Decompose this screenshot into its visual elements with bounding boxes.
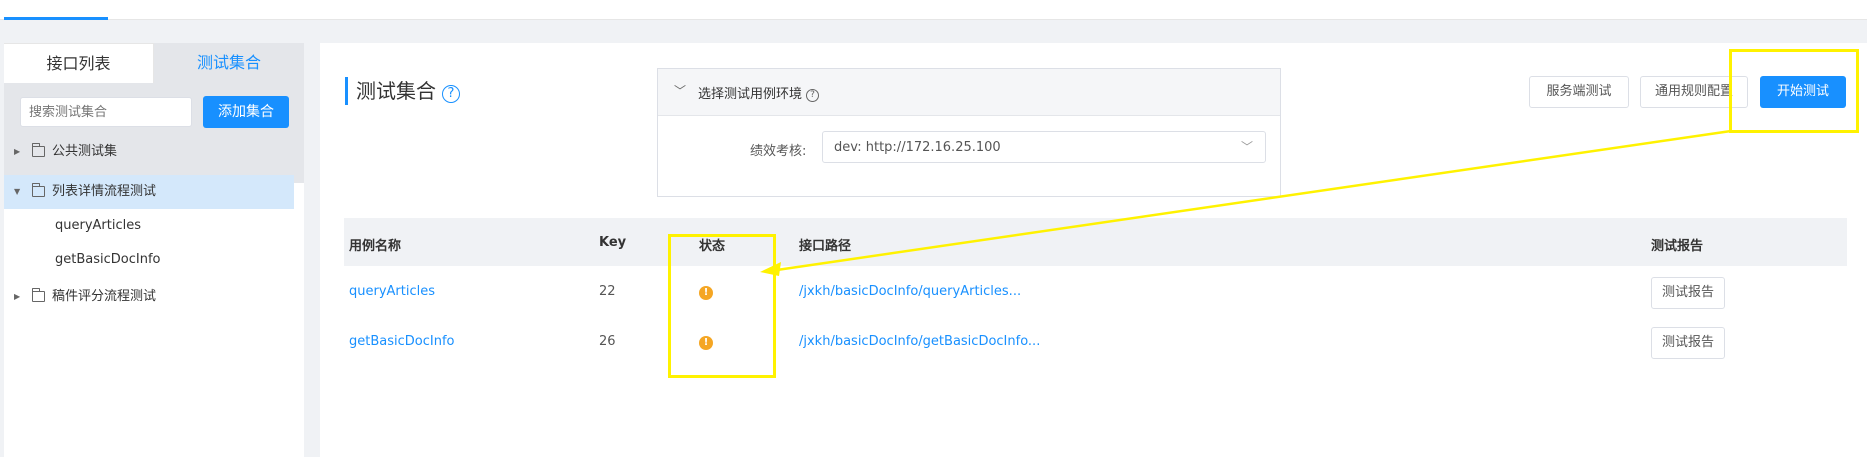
env-panel-header[interactable]: ﹀ 选择测试用例环境?	[658, 69, 1280, 116]
add-collection-button[interactable]: 添加集合	[203, 96, 289, 128]
env-select[interactable]: dev: http://172.16.25.100 ﹀	[822, 131, 1266, 163]
exclamation-circle-icon: !	[699, 286, 713, 300]
case-path-link[interactable]: /jxkh/basicDocInfo/getBasicDocInfo...	[799, 334, 1040, 349]
test-report-button[interactable]: 测试报告	[1651, 277, 1725, 309]
chevron-down-icon[interactable]: ﹀	[674, 82, 686, 99]
tab-interface-list[interactable]: 接口列表	[4, 43, 154, 83]
question-circle-icon[interactable]: ?	[442, 85, 460, 103]
table-header-name: 用例名称	[349, 239, 402, 254]
page-title-block: 测试集合?	[345, 77, 460, 105]
chevron-down-icon: ﹀	[1240, 140, 1253, 154]
tree-item-label: 稿件评分流程测试	[52, 289, 157, 304]
folder-icon	[31, 143, 45, 157]
server-test-button[interactable]: 服务端测试	[1529, 76, 1629, 108]
caret-right-icon[interactable]: ▶	[14, 135, 20, 169]
test-report-button[interactable]: 测试报告	[1651, 327, 1725, 359]
caret-right-icon[interactable]: ▶	[14, 280, 20, 314]
tree-leaf-getbasicdocinfo[interactable]: getBasicDocInfo	[55, 243, 160, 277]
table-header-key: Key	[599, 235, 627, 250]
env-select-panel: ﹀ 选择测试用例环境? 绩效考核: dev: http://172.16.25.…	[657, 68, 1281, 197]
tree-item-list-detail[interactable]: ▼ 列表详情流程测试	[4, 175, 294, 209]
sidebar-tabs: 接口列表 测试集合	[4, 43, 304, 83]
tree-item-manuscript-score[interactable]: ▶ 稿件评分流程测试	[4, 280, 304, 314]
case-key: 22	[599, 284, 616, 299]
table-row: queryArticles 22 ! /jxkh/basicDocInfo/qu…	[344, 268, 1847, 318]
active-nav-indicator	[4, 17, 108, 20]
question-circle-icon[interactable]: ?	[806, 89, 820, 102]
top-navbar	[0, 0, 1867, 20]
tree-item-label: 列表详情流程测试	[52, 184, 157, 199]
env-field-label: 绩效考核:	[750, 144, 807, 159]
env-select-value: dev: http://172.16.25.100	[834, 140, 1001, 155]
env-panel-title-text: 选择测试用例环境	[698, 87, 803, 102]
folder-icon	[31, 288, 45, 302]
tab-test-collection[interactable]: 测试集合	[154, 43, 304, 83]
table-header: 用例名称 Key 状态 接口路径 测试报告	[344, 218, 1847, 266]
table-header-path: 接口路径	[799, 239, 852, 254]
table-row: getBasicDocInfo 26 ! /jxkh/basicDocInfo/…	[344, 318, 1847, 368]
sidebar: 接口列表 测试集合 添加集合 ▶ 公共测试集 ▼ 列表详情流程测试 queryA…	[4, 43, 304, 457]
table-header-report: 测试报告	[1651, 239, 1704, 254]
env-panel-title: 选择测试用例环境?	[698, 83, 820, 102]
start-test-button[interactable]: 开始测试	[1760, 76, 1846, 108]
general-rules-button[interactable]: 通用规则配置	[1640, 76, 1748, 108]
tree-item-public[interactable]: ▶ 公共测试集	[4, 135, 304, 169]
case-key: 26	[599, 334, 616, 349]
tree-item-label: 公共测试集	[52, 144, 118, 159]
page-title: 测试集合	[356, 79, 436, 103]
exclamation-circle-icon: !	[699, 336, 713, 350]
case-name-link[interactable]: queryArticles	[349, 284, 435, 299]
table-header-status: 状态	[699, 239, 726, 254]
case-name-link[interactable]: getBasicDocInfo	[349, 334, 454, 349]
folder-icon	[31, 183, 45, 197]
search-collection-input[interactable]	[20, 97, 192, 127]
tree-leaf-queryarticles[interactable]: queryArticles	[55, 209, 141, 243]
case-path-link[interactable]: /jxkh/basicDocInfo/queryArticles...	[799, 284, 1021, 299]
caret-down-icon[interactable]: ▼	[14, 175, 20, 209]
